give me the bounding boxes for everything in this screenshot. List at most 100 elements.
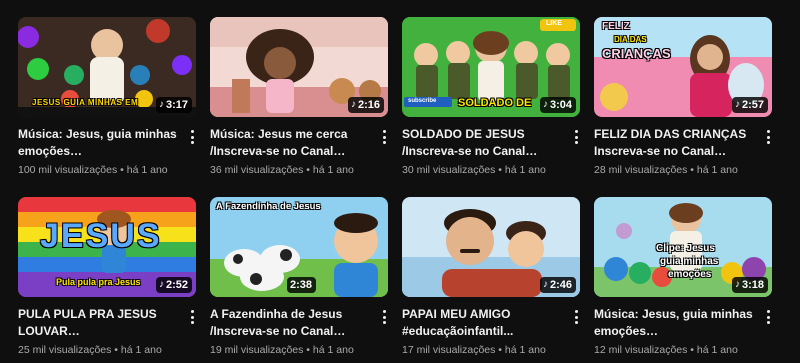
view-count: 12 mil visualizações	[594, 344, 688, 356]
video-card[interactable]: ♪ 2:46 PAPAI MEU AMIGO #educaçãoinfantil…	[402, 197, 580, 356]
video-card[interactable]: JESUS Pula pula pra Jesus ♪ 2:52 PULA PU…	[18, 197, 196, 356]
thumbnail-caption: A Fazendinha de Jesus	[216, 201, 321, 212]
separator: •	[498, 164, 502, 176]
video-meta: SOLDADO DE JESUS /Inscreva-se no Canal #…	[402, 126, 580, 176]
video-meta: PAPAI MEU AMIGO #educaçãoinfantil... 17 …	[402, 306, 580, 356]
duration-label: 3:17	[165, 99, 188, 111]
video-card[interactable]: JESUS GUIA MINHAS EM ♪ 3:17 Música: Jesu…	[18, 17, 196, 176]
video-card[interactable]: ♪ 2:16 Música: Jesus me cerca /Inscreva-…	[210, 17, 388, 176]
video-stats: 30 mil visualizações • há 1 ano	[402, 164, 562, 176]
separator: •	[306, 164, 310, 176]
duration-badge: ♪ 2:46	[539, 277, 576, 293]
separator: •	[498, 344, 502, 356]
music-note-icon: ♪	[158, 99, 164, 110]
video-stats: 28 mil visualizações • há 1 ano	[594, 164, 754, 176]
thumbnail-caption: SOLDADO DE	[458, 97, 532, 109]
duration-label: 3:04	[549, 99, 572, 111]
music-note-icon: ♪	[542, 279, 548, 290]
video-card[interactable]: LIKE subscribe SOLDADO DE ♪ 3:04 SOLDADO…	[402, 17, 580, 176]
thumbnail-caption-line-3: CRIANÇAS	[602, 46, 671, 61]
duration-label: 2:38	[289, 279, 312, 291]
video-thumbnail[interactable]: Clipe: Jesus guia minhas emoções ♪ 3:18	[594, 197, 772, 297]
music-note-icon: ♪	[734, 279, 740, 290]
thumbnail-caption: JESUS GUIA MINHAS EM	[32, 98, 139, 107]
video-thumbnail[interactable]: LIKE subscribe SOLDADO DE ♪ 3:04	[402, 17, 580, 117]
duration-badge: ♪ 2:57	[731, 97, 768, 113]
more-vert-icon[interactable]	[761, 306, 775, 328]
duration-badge: ♪ 3:18	[731, 277, 768, 293]
video-title[interactable]: Música: Jesus me cerca /Inscreva-se no C…	[210, 126, 370, 160]
video-title[interactable]: PAPAI MEU AMIGO #educaçãoinfantil...	[402, 306, 562, 340]
duration-badge: ♪ 3:04	[539, 97, 576, 113]
duration-badge: 2:38	[286, 277, 316, 293]
video-grid: JESUS GUIA MINHAS EM ♪ 3:17 Música: Jesu…	[18, 17, 772, 356]
separator: •	[690, 344, 694, 356]
more-vert-icon[interactable]	[569, 126, 583, 148]
video-meta: PULA PULA PRA JESUS LOUVAR #educaçãoinfa…	[18, 306, 196, 356]
video-thumbnail[interactable]: JESUS GUIA MINHAS EM ♪ 3:17	[18, 17, 196, 117]
duration-label: 2:46	[549, 279, 572, 291]
duration-badge: ♪ 3:17	[155, 97, 192, 113]
thumbnail-caption-line-1: Clipe: Jesus	[656, 243, 715, 254]
video-card[interactable]: Clipe: Jesus guia minhas emoções ♪ 3:18 …	[594, 197, 772, 356]
thumbnail-caption: JESUS	[40, 217, 162, 255]
thumbnail-caption-line-2: DIA DAS	[614, 35, 647, 44]
video-thumbnail[interactable]: ♪ 2:16	[210, 17, 388, 117]
video-title[interactable]: A Fazendinha de Jesus /Inscreva-se no Ca…	[210, 306, 370, 340]
upload-age: há 1 ano	[312, 164, 354, 176]
video-thumbnail[interactable]: A Fazendinha de Jesus 2:38	[210, 197, 388, 297]
video-thumbnail[interactable]: ♪ 2:46	[402, 197, 580, 297]
video-title[interactable]: Música: Jesus, guia minhas emoções #educ…	[594, 306, 754, 340]
view-count: 17 mil visualizações	[402, 344, 496, 356]
separator: •	[120, 164, 124, 176]
thumbnail-subcaption: Pula pula pra Jesus	[56, 277, 141, 287]
view-count: 25 mil visualizações	[18, 344, 112, 356]
video-card[interactable]: A Fazendinha de Jesus 2:38 A Fazendinha …	[210, 197, 388, 356]
video-meta: Música: Jesus, guia minhas emoções #educ…	[594, 306, 772, 356]
duration-label: 3:18	[741, 279, 764, 291]
video-meta: Música: Jesus, guia minhas emoções #educ…	[18, 126, 196, 176]
upload-age: há 1 ano	[696, 164, 738, 176]
separator: •	[114, 344, 118, 356]
more-vert-icon[interactable]	[761, 126, 775, 148]
duration-label: 2:57	[741, 99, 764, 111]
music-note-icon: ♪	[734, 99, 740, 110]
like-badge: LIKE	[546, 20, 562, 27]
duration-badge: ♪ 2:52	[155, 277, 192, 293]
separator: •	[690, 164, 694, 176]
video-stats: 100 mil visualizações • há 1 ano	[18, 164, 178, 176]
video-stats: 25 mil visualizações • há 1 ano	[18, 344, 178, 356]
view-count: 19 mil visualizações	[210, 344, 304, 356]
thumbnail-caption-line-2: guia minhas	[660, 256, 719, 267]
upload-age: há 1 ano	[504, 164, 546, 176]
more-vert-icon[interactable]	[569, 306, 583, 328]
video-stats: 17 mil visualizações • há 1 ano	[402, 344, 562, 356]
video-stats: 12 mil visualizações • há 1 ano	[594, 344, 754, 356]
video-title[interactable]: PULA PULA PRA JESUS LOUVAR #educaçãoinfa…	[18, 306, 178, 340]
upload-age: há 1 ano	[126, 164, 168, 176]
subscribe-badge: subscribe	[408, 98, 437, 104]
duration-label: 2:16	[357, 99, 380, 111]
music-note-icon: ♪	[350, 99, 356, 110]
more-vert-icon[interactable]	[185, 306, 199, 328]
video-card[interactable]: FELIZ DIA DAS CRIANÇAS ♪ 2:57 FELIZ DIA …	[594, 17, 772, 176]
view-count: 30 mil visualizações	[402, 164, 496, 176]
upload-age: há 1 ano	[312, 344, 354, 356]
video-meta: Música: Jesus me cerca /Inscreva-se no C…	[210, 126, 388, 176]
video-meta: FELIZ DIA DAS CRIANÇAS Inscreva-se no Ca…	[594, 126, 772, 176]
duration-label: 2:52	[165, 279, 188, 291]
view-count: 36 mil visualizações	[210, 164, 304, 176]
more-vert-icon[interactable]	[377, 126, 391, 148]
view-count: 28 mil visualizações	[594, 164, 688, 176]
video-stats: 36 mil visualizações • há 1 ano	[210, 164, 370, 176]
video-title[interactable]: Música: Jesus, guia minhas emoções #educ…	[18, 126, 178, 160]
more-vert-icon[interactable]	[185, 126, 199, 148]
music-note-icon: ♪	[542, 99, 548, 110]
video-thumbnail[interactable]: JESUS Pula pula pra Jesus ♪ 2:52	[18, 197, 196, 297]
video-title[interactable]: FELIZ DIA DAS CRIANÇAS Inscreva-se no Ca…	[594, 126, 754, 160]
video-title[interactable]: SOLDADO DE JESUS /Inscreva-se no Canal #…	[402, 126, 562, 160]
separator: •	[306, 344, 310, 356]
music-note-icon: ♪	[158, 279, 164, 290]
video-thumbnail[interactable]: FELIZ DIA DAS CRIANÇAS ♪ 2:57	[594, 17, 772, 117]
more-vert-icon[interactable]	[377, 306, 391, 328]
